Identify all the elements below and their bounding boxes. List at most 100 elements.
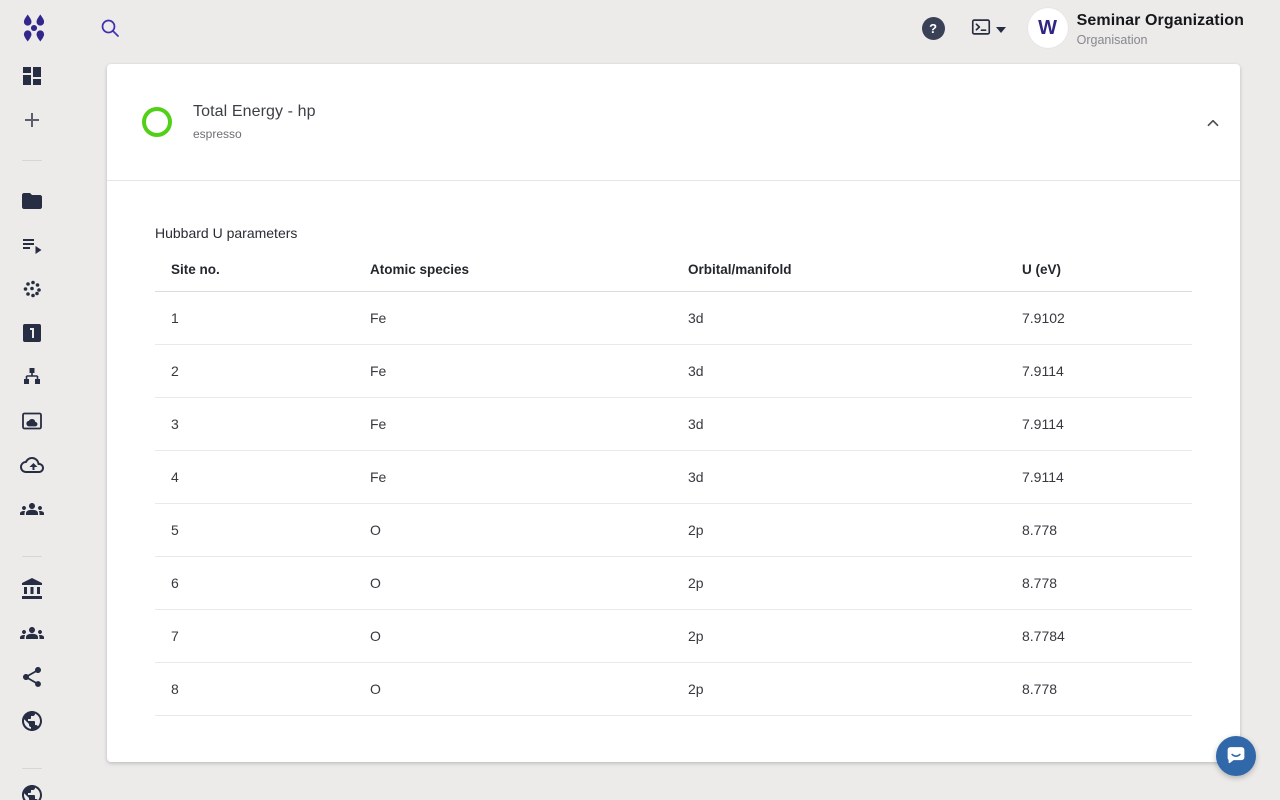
hubbard-table-body: 1Fe3d7.91022Fe3d7.91143Fe3d7.91144Fe3d7.…	[155, 291, 1192, 715]
sidebar-item-institution[interactable]	[20, 577, 44, 601]
table-cell-species: Fe	[354, 344, 672, 397]
sidebar-item-folders[interactable]	[20, 189, 44, 213]
sidebar-item-dashboard[interactable]	[20, 64, 44, 88]
sidebar	[0, 56, 64, 800]
sidebar-item-public[interactable]	[20, 783, 44, 800]
process-card: Total Energy - hp espresso Hubbard U par…	[107, 64, 1240, 762]
table-cell-site-no: 5	[155, 503, 354, 556]
table-cell-species: O	[354, 609, 672, 662]
table-cell-species: O	[354, 503, 672, 556]
table-cell-site-no: 8	[155, 662, 354, 715]
share-icon	[20, 665, 44, 689]
sidebar-item-cloud-resources[interactable]	[20, 409, 44, 433]
avatar-initial: W	[1038, 17, 1057, 40]
user-block: Seminar Organization Organisation	[1077, 10, 1244, 47]
table-row: 3Fe3d7.9114	[155, 397, 1192, 450]
table-cell-species: Fe	[354, 450, 672, 503]
terminal-icon	[970, 16, 992, 41]
groups-icon	[20, 497, 44, 521]
bank-icon	[20, 577, 44, 601]
table-row: 6O2p8.778	[155, 556, 1192, 609]
sidebar-item-upload[interactable]	[20, 453, 44, 477]
table-row: 4Fe3d7.9114	[155, 450, 1192, 503]
sidebar-divider	[22, 768, 42, 769]
sidebar-item-simulations[interactable]	[20, 277, 44, 301]
card-subtitle: espresso	[193, 127, 316, 141]
table-cell-species: O	[354, 556, 672, 609]
avatar[interactable]: W	[1028, 8, 1068, 48]
card-title: Total Energy - hp	[193, 103, 316, 121]
sidebar-item-groups[interactable]	[20, 497, 44, 521]
table-cell-u-ev: 7.9114	[1006, 397, 1192, 450]
table-cell-site-no: 2	[155, 344, 354, 397]
organization-name: Seminar Organization	[1077, 12, 1244, 30]
help-icon[interactable]: ?	[922, 17, 945, 40]
table-cell-orbital: 2p	[672, 556, 1006, 609]
table-cell-u-ev: 8.778	[1006, 662, 1192, 715]
column-header-site-no: Site no.	[155, 248, 354, 291]
organization-type: Organisation	[1077, 33, 1244, 47]
chevron-up-icon[interactable]	[1200, 111, 1226, 137]
table-cell-site-no: 4	[155, 450, 354, 503]
table-row: 2Fe3d7.9114	[155, 344, 1192, 397]
hubbard-table: Site no. Atomic species Orbital/manifold…	[155, 248, 1192, 716]
sidebar-item-jobs[interactable]	[20, 233, 44, 257]
table-cell-orbital: 3d	[672, 397, 1006, 450]
table-row: 1Fe3d7.9102	[155, 291, 1192, 344]
table-cell-species: O	[354, 662, 672, 715]
table-cell-site-no: 3	[155, 397, 354, 450]
cloud-box-icon	[20, 409, 44, 433]
table-cell-species: Fe	[354, 291, 672, 344]
table-cell-species: Fe	[354, 397, 672, 450]
table-cell-orbital: 2p	[672, 503, 1006, 556]
sidebar-item-workflows[interactable]	[20, 365, 44, 389]
sidebar-divider	[22, 160, 42, 161]
table-row: 7O2p8.7784	[155, 609, 1192, 662]
sidebar-item-looks-one[interactable]	[20, 321, 44, 345]
table-row: 5O2p8.778	[155, 503, 1192, 556]
table-cell-orbital: 2p	[672, 662, 1006, 715]
plus-icon	[20, 108, 44, 132]
sidebar-item-explore[interactable]	[20, 709, 44, 733]
table-cell-orbital: 3d	[672, 291, 1006, 344]
dashboard-icon	[20, 64, 44, 88]
table-cell-u-ev: 8.778	[1006, 503, 1192, 556]
chat-bubble-icon	[1223, 742, 1249, 771]
table-cell-u-ev: 8.778	[1006, 556, 1192, 609]
sidebar-item-community[interactable]	[20, 621, 44, 645]
table-cell-site-no: 7	[155, 609, 354, 662]
hierarchy-tree-icon	[20, 365, 44, 389]
table-row: 8O2p8.778	[155, 662, 1192, 715]
table-cell-orbital: 3d	[672, 344, 1006, 397]
column-header-orbital: Orbital/manifold	[672, 248, 1006, 291]
column-header-u-ev: U (eV)	[1006, 248, 1192, 291]
app-logo[interactable]	[16, 10, 52, 46]
globe-partial-icon	[20, 783, 44, 800]
table-header-row: Site no. Atomic species Orbital/manifold…	[155, 248, 1192, 291]
scatter-dots-icon	[20, 277, 44, 301]
topbar-right: ? W Seminar Organization Organisation	[922, 0, 1244, 56]
card-body: Hubbard U parameters Site no. Atomic spe…	[107, 181, 1240, 716]
table-cell-u-ev: 7.9114	[1006, 450, 1192, 503]
globe-icon	[20, 709, 44, 733]
topbar: ? W Seminar Organization Organisation	[0, 0, 1280, 56]
terminal-menu-button[interactable]	[970, 16, 1006, 41]
column-header-species: Atomic species	[354, 248, 672, 291]
logo-drops-icon	[16, 34, 52, 49]
search-icon[interactable]	[98, 16, 122, 40]
sidebar-divider	[22, 556, 42, 557]
section-title: Hubbard U parameters	[155, 225, 1192, 241]
table-cell-site-no: 6	[155, 556, 354, 609]
sidebar-item-share[interactable]	[20, 665, 44, 689]
table-cell-site-no: 1	[155, 291, 354, 344]
sidebar-item-add[interactable]	[20, 108, 44, 132]
table-cell-u-ev: 7.9114	[1006, 344, 1192, 397]
folder-icon	[20, 189, 44, 213]
title-block: Total Energy - hp espresso	[193, 103, 316, 141]
table-cell-u-ev: 8.7784	[1006, 609, 1192, 662]
chat-launcher-button[interactable]	[1216, 736, 1256, 776]
process-card-header: Total Energy - hp espresso	[107, 64, 1240, 181]
looks-one-icon	[20, 321, 44, 345]
playlist-play-icon	[20, 233, 44, 257]
table-cell-u-ev: 7.9102	[1006, 291, 1192, 344]
